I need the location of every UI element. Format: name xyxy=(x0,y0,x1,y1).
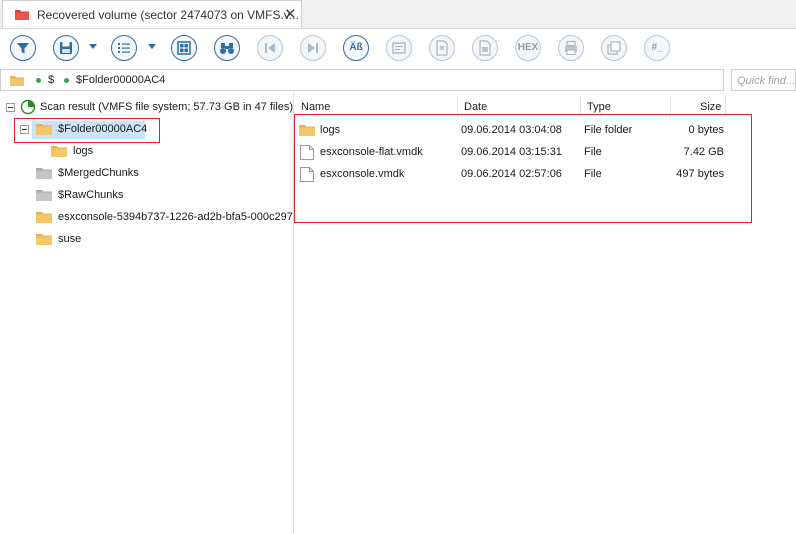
previous-icon xyxy=(265,43,275,53)
folder-icon xyxy=(10,76,24,86)
column-header-name[interactable]: Name xyxy=(301,101,330,113)
checklist-icon xyxy=(118,43,130,53)
tree-root-label: Scan result (VMFS file system; 57.73 GB … xyxy=(40,101,294,113)
file-properties-icon xyxy=(479,40,491,56)
tab-recovered-volume[interactable]: Recovered volume (sector 2474073 on VMFS… xyxy=(2,0,302,28)
column-header-size[interactable]: Size xyxy=(700,101,721,113)
next-button[interactable] xyxy=(300,35,326,61)
hex-button[interactable]: HEX xyxy=(515,35,541,61)
folder-icon xyxy=(51,146,67,157)
tree-item[interactable]: $RawChunks xyxy=(0,187,293,205)
hash-button[interactable]: #_ xyxy=(644,35,670,61)
breadcrumb-separator-icon xyxy=(36,78,41,83)
encoding-button[interactable]: Äß xyxy=(343,35,369,61)
save-icon xyxy=(60,42,72,54)
tab-title: Recovered volume (sector 2474073 on VMFS… xyxy=(37,8,299,22)
copy-button[interactable] xyxy=(601,35,627,61)
tree-item-label: $MergedChunks xyxy=(58,167,139,179)
breadcrumb-root[interactable]: $ xyxy=(48,74,54,86)
tree-item-label: logs xyxy=(73,145,94,157)
highlight-box xyxy=(14,118,160,143)
breadcrumb-folder[interactable]: $Folder00000AC4 xyxy=(76,74,165,86)
filter-icon xyxy=(17,43,29,54)
tab-strip: Recovered volume (sector 2474073 on VMFS… xyxy=(0,0,796,29)
tree-item-label: suse xyxy=(58,233,82,245)
previous-button[interactable] xyxy=(257,35,283,61)
folder-tree: Scan result (VMFS file system; 57.73 GB … xyxy=(0,93,294,534)
highlight-box xyxy=(294,114,752,223)
file-properties-button[interactable] xyxy=(472,35,498,61)
collapse-icon[interactable] xyxy=(6,103,15,112)
copy-icon xyxy=(607,41,621,55)
folder-icon xyxy=(36,212,52,223)
path-bar[interactable]: $ $Folder00000AC4 xyxy=(0,69,724,91)
tree-item[interactable]: suse xyxy=(0,231,293,249)
print-button[interactable] xyxy=(558,35,584,61)
checklist-dropdown-arrow[interactable] xyxy=(148,44,156,49)
next-icon xyxy=(308,43,318,53)
close-icon[interactable]: ✕ xyxy=(284,5,297,23)
folder-icon xyxy=(36,234,52,245)
tree-item[interactable]: $MergedChunks xyxy=(0,165,293,183)
column-header-date[interactable]: Date xyxy=(464,101,487,113)
hex-icon: HEX xyxy=(517,42,539,53)
tree-item-label: $RawChunks xyxy=(58,189,124,201)
file-list: Name Date Type Size logs 09.06.2014 03:0… xyxy=(294,93,796,534)
column-header-type[interactable]: Type xyxy=(587,101,611,113)
tree-item[interactable]: logs xyxy=(0,143,293,161)
red-folder-icon xyxy=(15,10,29,20)
file-tools-button[interactable] xyxy=(429,35,455,61)
quick-find[interactable] xyxy=(731,69,796,91)
save-button[interactable] xyxy=(53,35,79,61)
checklist-button[interactable] xyxy=(111,35,137,61)
tree-root[interactable]: Scan result (VMFS file system; 57.73 GB … xyxy=(0,99,293,117)
save-dropdown-arrow[interactable] xyxy=(89,44,97,49)
search-input[interactable] xyxy=(735,71,796,91)
folder-icon xyxy=(36,190,52,201)
scan-result-icon xyxy=(20,99,36,115)
file-tools-icon xyxy=(436,40,448,56)
breadcrumb-separator-icon xyxy=(64,78,69,83)
encoding-icon: Äß xyxy=(349,42,363,53)
filter-button[interactable] xyxy=(10,35,36,61)
find-button[interactable] xyxy=(214,35,240,61)
view-mode-icon xyxy=(177,41,191,55)
tree-item-label: esxconsole-5394b737-1226-ad2b-bfa5-000c2… xyxy=(58,211,294,223)
preview-image-icon xyxy=(392,42,406,54)
toolbar: Äß HEX #_ xyxy=(0,29,796,67)
preview-button[interactable] xyxy=(386,35,412,61)
hash-icon: #_ xyxy=(651,42,663,53)
tree-item[interactable]: esxconsole-5394b737-1226-ad2b-bfa5-000c2… xyxy=(0,209,293,227)
folder-icon xyxy=(36,168,52,179)
print-icon xyxy=(565,40,577,55)
view-mode-button[interactable] xyxy=(171,35,197,61)
binoculars-icon xyxy=(220,43,234,54)
